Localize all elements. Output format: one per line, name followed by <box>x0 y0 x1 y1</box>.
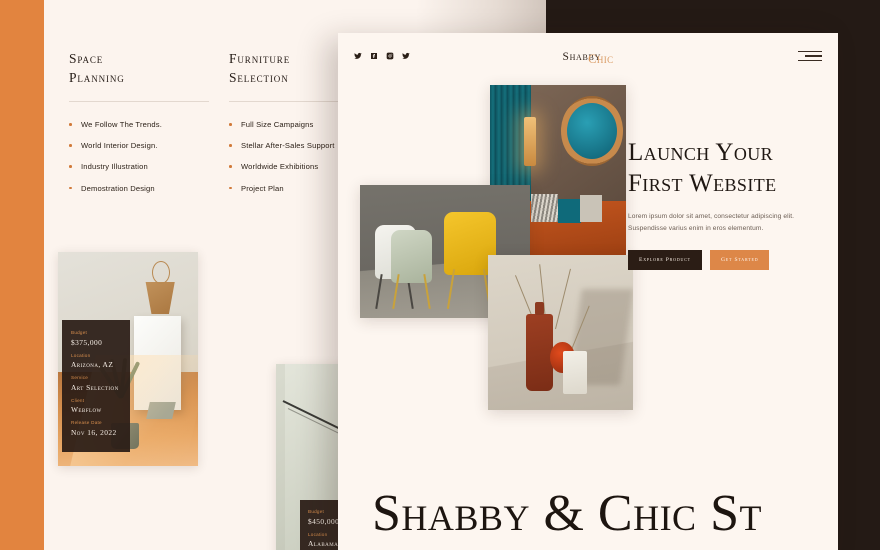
site-logo[interactable]: ShabbyChic <box>338 47 838 66</box>
site-header: ShabbyChic <box>338 33 838 79</box>
list-item: World Interior Design. <box>69 141 239 150</box>
detail-label: Release Date <box>71 420 102 425</box>
bullet-icon <box>229 144 232 147</box>
detail-label: Budget <box>71 330 88 335</box>
round-mirror-decor <box>560 95 624 166</box>
hero-actions: Explore Product Get Started <box>628 250 828 271</box>
detail-value: Art Selection <box>71 382 119 392</box>
image-collage <box>350 85 633 430</box>
project-card-arizona[interactable]: Budget $375,000 Location Arizona, AZ Ser… <box>58 252 198 466</box>
detail-value: Arizona, AZ <box>71 360 114 369</box>
detail-row: Release Date Nov 16, 2022 <box>71 420 122 437</box>
list-item-label: World Interior Design. <box>81 141 158 151</box>
sage-chair <box>387 225 438 309</box>
detail-row: Service Art Selection <box>71 375 122 392</box>
divider <box>69 101 209 103</box>
project-details-overlay: Budget $375,000 Location Arizona, AZ Ser… <box>62 320 130 452</box>
detail-row: Client Webflow <box>71 398 122 415</box>
list-item-label: Project Plan <box>241 183 284 193</box>
screenshot-stage: Space Planning We Follow The Trends. Wor… <box>0 0 880 550</box>
bullet-icon <box>229 123 232 126</box>
bullet-icon <box>69 123 72 126</box>
detail-label: Client <box>71 397 85 403</box>
speckled-vase <box>563 351 587 395</box>
detail-row: Budget $375,000 <box>71 330 122 347</box>
feature-list: We Follow The Trends. World Interior Des… <box>69 120 239 193</box>
list-item-label: Full Size Campaigns <box>241 120 314 130</box>
orange-accent-strip <box>0 0 44 550</box>
column-space-planning: Space Planning We Follow The Trends. Wor… <box>69 50 239 205</box>
detail-value: Webflow <box>71 405 102 414</box>
bullet-icon <box>229 165 232 168</box>
list-item: We Follow The Trends. <box>69 120 239 129</box>
explore-product-button[interactable]: Explore Product <box>628 250 702 271</box>
list-item-label: Industry Illustration <box>81 162 148 172</box>
big-headline: Shabby & Chic St <box>372 485 762 542</box>
main-website-card: ShabbyChic Launch Your First Website Lor… <box>338 33 838 550</box>
list-item-label: Worldwide Exhibitions <box>241 162 319 172</box>
list-item: Demostration Design <box>69 184 239 193</box>
detail-value: Nov 16, 2022 <box>71 427 117 437</box>
logo-accent-text: Chic <box>588 52 614 66</box>
hero-paragraph: Lorem ipsum dolor sit amet, consectetur … <box>628 213 795 233</box>
collage-image-vases[interactable] <box>488 255 633 410</box>
list-item-label: We Follow The Trends. <box>81 120 162 130</box>
hero-section: Launch Your First Website Lorem ipsum do… <box>628 138 828 271</box>
column-title: Space Planning <box>69 51 125 85</box>
bullet-icon <box>69 186 72 190</box>
list-item: Industry Illustration <box>69 162 239 171</box>
get-started-button[interactable]: Get Started <box>709 250 770 271</box>
detail-row: Location Arizona, AZ <box>71 353 122 370</box>
detail-label: Location <box>71 352 91 358</box>
list-item-label: Stellar After-Sales Support <box>241 141 335 151</box>
list-item-label: Demostration Design <box>81 183 155 193</box>
bullet-icon <box>69 144 72 147</box>
detail-label: Service <box>71 375 89 380</box>
amber-vase <box>525 301 554 392</box>
detail-value: $375,000 <box>71 337 103 347</box>
bullet-icon <box>229 186 232 190</box>
hamburger-menu-icon[interactable] <box>798 48 822 64</box>
hero-heading: Launch Your First Website <box>628 139 777 197</box>
bullet-icon <box>69 165 72 168</box>
